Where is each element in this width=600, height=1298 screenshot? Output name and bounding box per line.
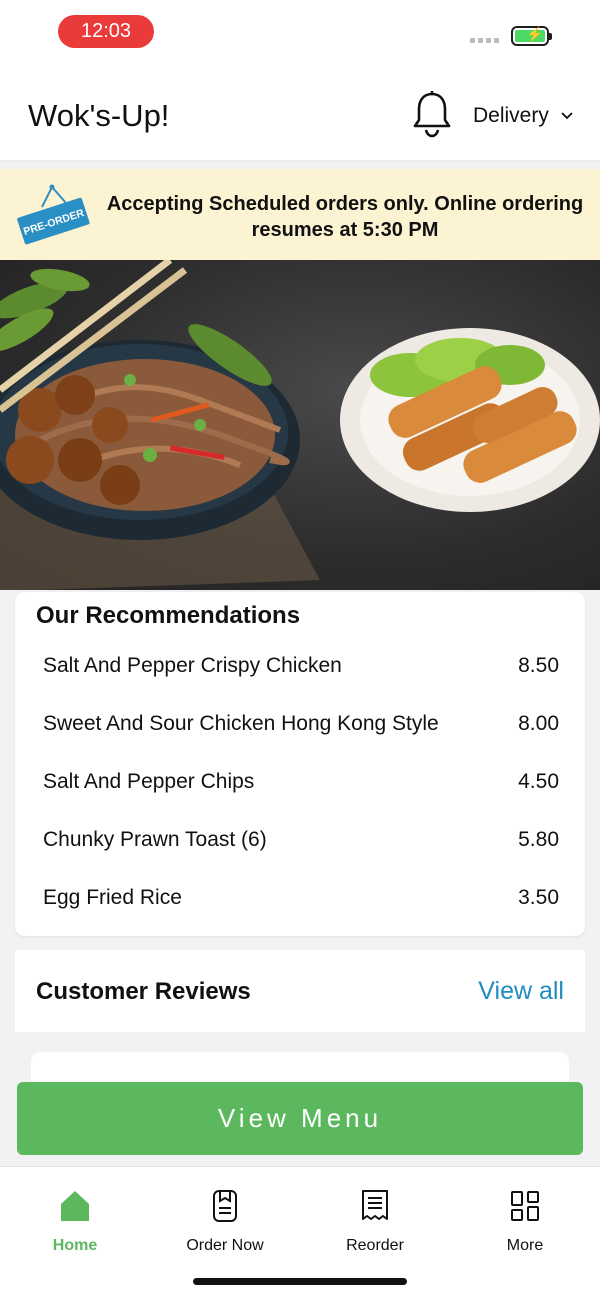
item-name: Salt And Pepper Chips — [43, 770, 255, 793]
status-bar: 12:03 ⚡ — [0, 0, 600, 62]
banner-message: Accepting Scheduled orders only. Online … — [106, 193, 584, 241]
battery-icon: ⚡ — [511, 26, 552, 46]
tab-reorder[interactable]: Reorder — [315, 1189, 435, 1255]
tab-label: Reorder — [346, 1237, 404, 1254]
chevron-down-icon — [561, 112, 573, 120]
order-icon — [213, 1190, 237, 1222]
recommendation-item[interactable]: Egg Fried Rice 3.50 — [43, 886, 559, 910]
preorder-sign-icon: PRE-ORDER — [17, 184, 90, 245]
app-title: Wok's-Up! — [28, 98, 170, 133]
item-name: Salt And Pepper Crispy Chicken — [43, 654, 342, 677]
grid-icon — [511, 1191, 539, 1221]
view-all-link[interactable]: View all — [478, 977, 564, 1006]
app-header: Wok's-Up! Delivery — [0, 62, 600, 162]
home-indicator — [193, 1278, 407, 1285]
item-price: 8.50 — [518, 654, 559, 677]
recommendations-card: Our Recommendations Salt And Pepper Cris… — [15, 592, 585, 936]
item-price: 8.00 — [518, 712, 559, 735]
delivery-label: Delivery — [473, 104, 549, 127]
item-name: Egg Fried Rice — [43, 886, 182, 909]
tab-label: More — [506, 1237, 544, 1254]
recommendation-item[interactable]: Salt And Pepper Chips 4.50 — [43, 770, 559, 794]
hero-food-image — [0, 260, 600, 590]
tab-label: Order Now — [186, 1237, 264, 1254]
item-price: 5.80 — [518, 828, 559, 851]
tab-order-now[interactable]: Order Now — [165, 1189, 285, 1255]
reviews-title: Customer Reviews — [36, 978, 251, 1005]
recommendation-item[interactable]: Chunky Prawn Toast (6) 5.80 — [43, 828, 559, 852]
customer-reviews-section: Customer Reviews View all — [15, 950, 585, 1032]
tab-home[interactable]: Home — [15, 1189, 135, 1255]
item-name: Sweet And Sour Chicken Hong Kong Style — [43, 712, 439, 735]
recommendation-item[interactable]: Sweet And Sour Chicken Hong Kong Style 8… — [43, 712, 559, 736]
item-price: 4.50 — [518, 770, 559, 793]
item-price: 3.50 — [518, 886, 559, 909]
recommendations-title: Our Recommendations — [36, 602, 301, 629]
item-name: Chunky Prawn Toast (6) — [43, 828, 267, 851]
home-icon — [61, 1191, 89, 1221]
signal-icon — [470, 38, 499, 43]
status-time: 12:03 — [58, 15, 154, 48]
tab-label: Home — [52, 1237, 98, 1254]
view-menu-button[interactable]: View Menu — [17, 1082, 583, 1155]
receipt-icon — [362, 1190, 388, 1220]
preorder-banner: PRE-ORDER Accepting Scheduled orders onl… — [0, 169, 600, 260]
tab-more[interactable]: More — [465, 1189, 585, 1255]
recommendation-item[interactable]: Salt And Pepper Crispy Chicken 8.50 — [43, 654, 559, 678]
bell-icon[interactable] — [411, 90, 453, 138]
delivery-selector[interactable]: Delivery — [473, 104, 573, 128]
